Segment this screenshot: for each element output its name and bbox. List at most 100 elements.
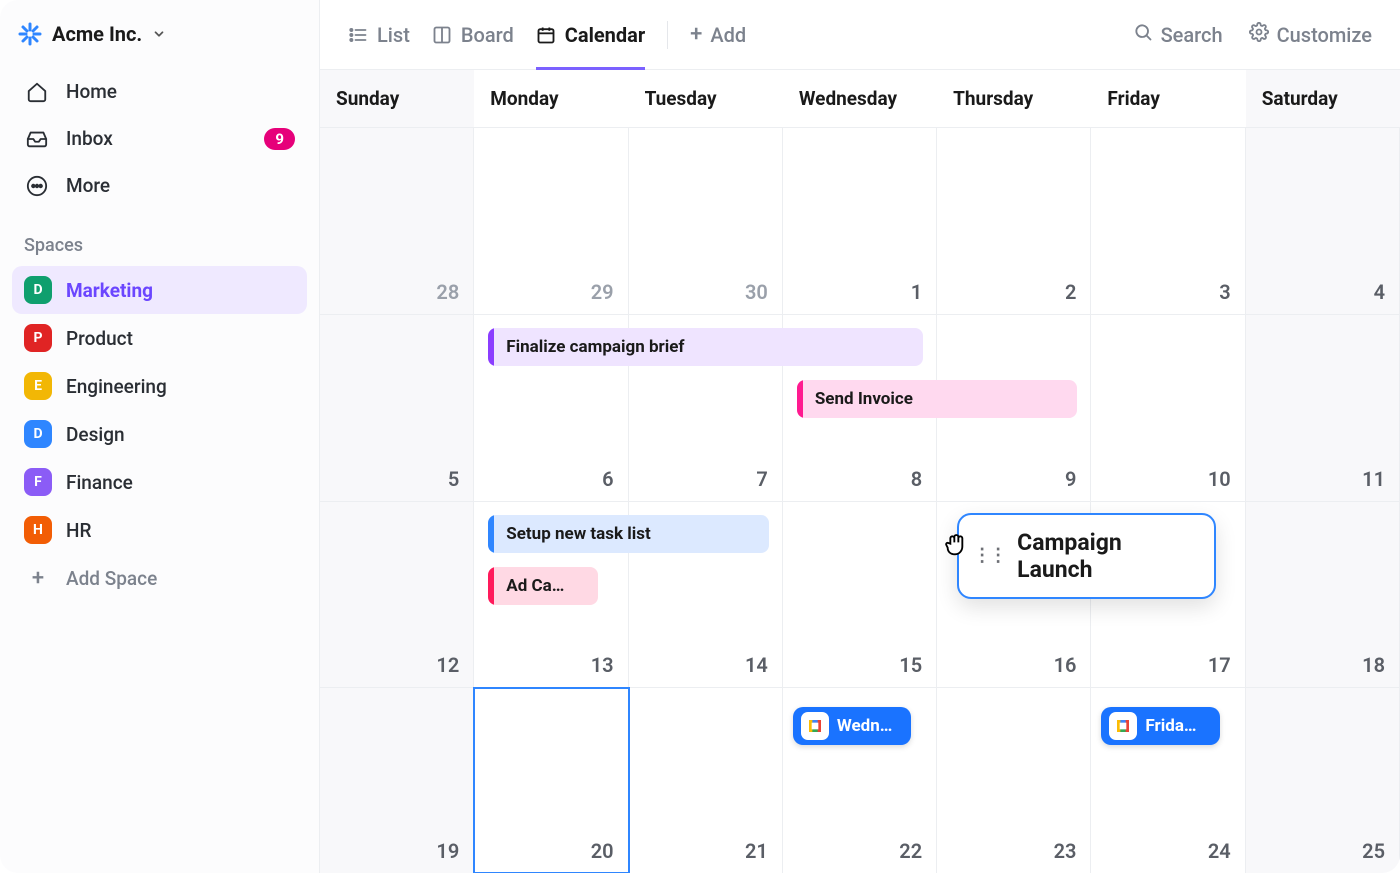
- space-avatar: D: [24, 420, 52, 448]
- day-number: 9: [1065, 467, 1076, 491]
- customize-label: Customize: [1277, 23, 1372, 47]
- calendar-cell[interactable]: 19: [320, 688, 474, 873]
- day-header: Saturday: [1246, 70, 1400, 128]
- home-icon: [24, 81, 50, 103]
- space-avatar: D: [24, 276, 52, 304]
- customize-button[interactable]: Customize: [1249, 22, 1372, 47]
- space-label: Design: [66, 423, 125, 446]
- add-view-label: Add: [710, 23, 746, 47]
- space-label: HR: [66, 519, 91, 542]
- calendar-event[interactable]: Finalize campaign brief: [488, 328, 923, 366]
- calendar-cell[interactable]: 4: [1246, 128, 1400, 314]
- calendar-cell[interactable]: 5: [320, 315, 474, 500]
- calendar-body: 2829301234567891011121314151617181920212…: [320, 128, 1400, 873]
- day-number: 14: [745, 653, 768, 677]
- day-number: 1: [911, 280, 922, 304]
- calendar-cell[interactable]: 21: [629, 688, 783, 873]
- calendar-cell[interactable]: 18: [1246, 502, 1400, 687]
- day-number: 29: [591, 280, 614, 304]
- toolbar: List Board Calendar + Add: [320, 0, 1400, 70]
- day-number: 30: [745, 280, 768, 304]
- space-avatar: H: [24, 516, 52, 544]
- day-number: 17: [1208, 653, 1231, 677]
- calendar-event[interactable]: Ad Ca…: [488, 567, 597, 605]
- nav-home-label: Home: [66, 80, 117, 103]
- space-item-design[interactable]: D Design: [12, 410, 307, 458]
- day-number: 11: [1362, 467, 1385, 491]
- space-label: Finance: [66, 471, 133, 494]
- calendar-event[interactable]: Setup new task list: [488, 515, 769, 553]
- view-tab-calendar[interactable]: Calendar: [536, 0, 645, 69]
- day-number: 12: [436, 653, 459, 677]
- event-label: Wedn…: [837, 716, 893, 736]
- day-header: Sunday: [320, 70, 474, 128]
- add-space-label: Add Space: [66, 567, 157, 590]
- add-space-button[interactable]: + Add Space: [12, 554, 307, 603]
- calendar-cell[interactable]: 15: [783, 502, 937, 687]
- calendar-cell[interactable]: 11: [1246, 315, 1400, 500]
- day-header: Tuesday: [629, 70, 783, 128]
- day-number: 5: [448, 467, 459, 491]
- google-calendar-icon: [801, 712, 829, 740]
- space-item-finance[interactable]: FFinance: [12, 458, 307, 506]
- day-number: 4: [1374, 280, 1385, 304]
- calendar-icon: [536, 25, 556, 45]
- space-item-engineering[interactable]: EEngineering: [12, 362, 307, 410]
- spaces-section-label: Spaces: [12, 209, 307, 266]
- view-tab-list[interactable]: List: [348, 0, 410, 69]
- day-number: 25: [1362, 839, 1385, 863]
- day-number: 15: [899, 653, 922, 677]
- day-number: 21: [745, 839, 768, 863]
- chevron-down-icon: [152, 22, 166, 46]
- day-header: Friday: [1091, 70, 1245, 128]
- nav-inbox[interactable]: Inbox 9: [12, 115, 307, 162]
- calendar: SundayMondayTuesdayWednesdayThursdayFrid…: [320, 70, 1400, 873]
- calendar-event-gcal[interactable]: Wedn…: [793, 707, 911, 745]
- day-number: 24: [1208, 839, 1231, 863]
- calendar-event[interactable]: Send Invoice: [797, 380, 1078, 418]
- nav-more[interactable]: More: [12, 162, 307, 209]
- space-item-product[interactable]: P Product: [12, 314, 307, 362]
- nav-more-label: More: [66, 174, 110, 197]
- drag-grip-icon: ⋮⋮: [973, 545, 1005, 566]
- calendar-cell[interactable]: 25: [1246, 688, 1400, 873]
- space-label: Marketing: [66, 279, 153, 302]
- nav-home[interactable]: Home: [12, 68, 307, 115]
- view-tab-board[interactable]: Board: [432, 0, 514, 69]
- search-icon: [1133, 22, 1153, 47]
- space-avatar: P: [24, 324, 52, 352]
- view-tab-board-label: Board: [461, 23, 514, 47]
- day-number: 16: [1054, 653, 1077, 677]
- workspace-logo-icon: [18, 22, 42, 46]
- calendar-cell[interactable]: 20: [474, 688, 628, 873]
- calendar-cell[interactable]: 1: [783, 128, 937, 314]
- view-tab-calendar-label: Calendar: [565, 23, 645, 47]
- space-item-hr[interactable]: H HR: [12, 506, 307, 554]
- calendar-cell[interactable]: 29: [474, 128, 628, 314]
- calendar-cell[interactable]: 30: [629, 128, 783, 314]
- inbox-icon: [24, 128, 50, 150]
- space-item-marketing[interactable]: D Marketing: [12, 266, 307, 314]
- calendar-event-gcal[interactable]: Frida…: [1101, 707, 1219, 745]
- more-icon: [24, 175, 50, 197]
- day-number: 28: [436, 280, 459, 304]
- day-number: 7: [756, 467, 767, 491]
- event-label: Send Invoice: [815, 389, 913, 409]
- search-button[interactable]: Search: [1133, 22, 1223, 47]
- inbox-badge: 9: [264, 128, 295, 150]
- grab-cursor-icon: [941, 529, 973, 568]
- calendar-cell[interactable]: 23: [937, 688, 1091, 873]
- add-view-button[interactable]: + Add: [690, 22, 746, 47]
- calendar-cell[interactable]: 10: [1091, 315, 1245, 500]
- calendar-cell[interactable]: 12: [320, 502, 474, 687]
- workspace-switcher[interactable]: Acme Inc.: [12, 10, 307, 68]
- dragging-event-card[interactable]: ⋮⋮Campaign Launch: [957, 513, 1216, 599]
- calendar-cell[interactable]: 2: [937, 128, 1091, 314]
- calendar-cell[interactable]: 28: [320, 128, 474, 314]
- view-tab-list-label: List: [377, 23, 410, 47]
- plus-icon: +: [690, 22, 702, 47]
- nav-inbox-label: Inbox: [66, 127, 113, 150]
- day-number: 22: [899, 839, 922, 863]
- calendar-cell[interactable]: 3: [1091, 128, 1245, 314]
- space-label: Product: [66, 327, 133, 350]
